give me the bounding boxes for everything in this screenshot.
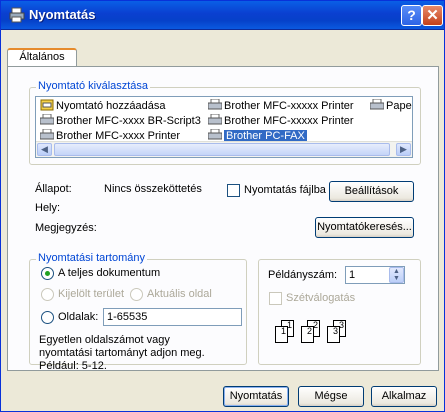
printer-label: Brother MFC-xxxxx Printer bbox=[224, 100, 354, 112]
pages-input[interactable]: 1-65535 bbox=[103, 308, 242, 326]
printer-icon bbox=[40, 114, 54, 125]
copies-label: Példányszám: bbox=[268, 269, 338, 281]
printer-icon bbox=[370, 99, 384, 110]
printer-label: Brother MFC-xxxxx Printer bbox=[224, 115, 354, 127]
tab-general[interactable]: Általános bbox=[7, 48, 77, 67]
list-item-printer[interactable]: Brother MFC-xxxxx Printer bbox=[208, 99, 354, 113]
find-printer-button[interactable]: Nyomtatókeresés... bbox=[315, 217, 414, 238]
scroll-left-button[interactable]: ◀ bbox=[37, 143, 52, 156]
copies-spinner[interactable]: ▲ ▼ bbox=[389, 267, 404, 283]
collate-label: Szétválogatás bbox=[286, 292, 356, 304]
list-item-printer[interactable]: Brother MFC-xxxxx Printer bbox=[208, 114, 354, 128]
selection-label: Kijelölt terület bbox=[58, 288, 125, 300]
list-item-printer[interactable]: Brother MFC-xxxx BR-Script3 bbox=[40, 114, 201, 128]
print-dialog: Nyomtatás ? ✕ Általános Nyomtató kiválas… bbox=[0, 0, 445, 412]
collate-page: 3 bbox=[327, 326, 340, 343]
printer-list[interactable]: Nyomtató hozzáadása Brother MFC-xxxxx Pr… bbox=[35, 96, 413, 158]
print-to-file-checkbox[interactable] bbox=[227, 184, 240, 197]
help-button[interactable]: ? bbox=[401, 5, 422, 26]
all-pages-radio[interactable] bbox=[41, 267, 54, 280]
printer-label: Nyomtató hozzáadása bbox=[56, 100, 166, 112]
list-item-printer[interactable]: PaperPo bbox=[370, 99, 412, 113]
pages-radio[interactable] bbox=[41, 311, 54, 324]
status-label: Állapot: bbox=[35, 183, 72, 195]
settings-button[interactable]: Beállítások bbox=[329, 181, 414, 202]
printer-select-title: Nyomtató kiválasztása bbox=[36, 80, 151, 92]
location-label: Hely: bbox=[35, 202, 61, 214]
horizontal-scrollbar[interactable]: ◀ ▶ bbox=[36, 141, 412, 157]
printer-label: Brother MFC-xxxx BR-Script3 bbox=[56, 115, 201, 127]
close-button[interactable]: ✕ bbox=[422, 5, 443, 26]
window-title: Nyomtatás bbox=[29, 7, 96, 22]
range-description: Egyetlen oldalszámot vagy nyomtatási tar… bbox=[39, 334, 205, 372]
printer-icon bbox=[40, 129, 54, 140]
fax-icon bbox=[208, 129, 222, 140]
printer-icon bbox=[9, 7, 25, 23]
printer-label: PaperPo bbox=[386, 100, 412, 112]
apply-button[interactable]: Alkalmaz bbox=[371, 386, 437, 407]
collate-checkbox[interactable] bbox=[269, 292, 282, 305]
selection-radio[interactable] bbox=[41, 288, 54, 301]
collate-page: 2 bbox=[301, 326, 314, 343]
current-page-label: Aktuális oldal bbox=[147, 288, 212, 300]
status-value: Nincs összeköttetés bbox=[104, 183, 202, 195]
current-page-radio[interactable] bbox=[130, 288, 143, 301]
print-range-title: Nyomtatási tartomány bbox=[36, 252, 147, 264]
all-pages-label: A teljes dokumentum bbox=[58, 267, 161, 279]
scroll-thumb[interactable] bbox=[54, 143, 390, 156]
scroll-right-button[interactable]: ▶ bbox=[396, 143, 411, 156]
add-printer-icon bbox=[40, 99, 54, 111]
pages-label: Oldalak: bbox=[58, 311, 99, 323]
print-to-file-label: Nyomtatás fájlba bbox=[244, 184, 326, 196]
printer-icon bbox=[208, 114, 222, 125]
print-button[interactable]: Nyomtatás bbox=[223, 386, 289, 407]
title-bar: Nyomtatás ? ✕ bbox=[1, 1, 444, 30]
collate-page: 1 bbox=[275, 326, 288, 343]
cancel-button[interactable]: Mégse bbox=[298, 386, 364, 407]
comment-label: Megjegyzés: bbox=[35, 222, 97, 234]
printer-icon bbox=[208, 99, 222, 110]
list-item-add-printer[interactable]: Nyomtató hozzáadása bbox=[40, 99, 165, 113]
